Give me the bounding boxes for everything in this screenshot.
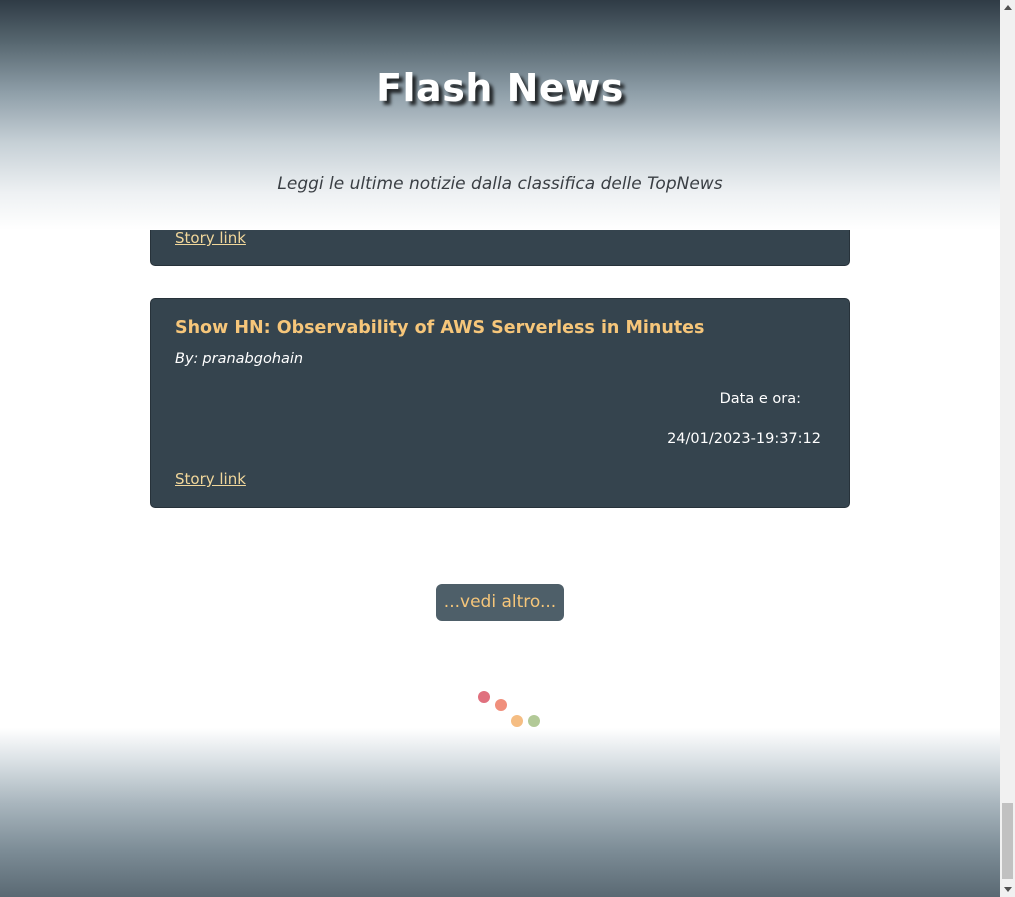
scroll-down-arrow-icon[interactable] bbox=[1000, 882, 1015, 897]
story-author: By: pranabgohain bbox=[175, 351, 303, 367]
loading-dot bbox=[495, 699, 507, 711]
loading-dot bbox=[511, 715, 523, 727]
site-subtitle: Leggi le ultime notizie dalla classifica… bbox=[277, 174, 723, 194]
story-link[interactable]: Story link bbox=[175, 470, 246, 488]
scroll-up-arrow-icon[interactable] bbox=[1000, 0, 1015, 15]
story-title: Show HN: Observability of AWS Serverless… bbox=[175, 318, 705, 338]
loading-dot bbox=[478, 691, 490, 703]
site-title: Flash News bbox=[376, 66, 624, 110]
story-link[interactable]: Story link bbox=[175, 229, 246, 247]
story-author-name: pranabgohain bbox=[202, 351, 304, 367]
story-date-value: 24/01/2023-19:37:12 bbox=[667, 431, 821, 447]
page: Flash News Leggi le ultime notizie dalla… bbox=[0, 0, 1000, 897]
scrollbar-thumb[interactable] bbox=[1002, 803, 1013, 879]
story-date-label: Data e ora: bbox=[719, 391, 801, 407]
vertical-scrollbar[interactable] bbox=[1000, 0, 1015, 897]
site-header: Flash News Leggi le ultime notizie dalla… bbox=[0, 0, 1000, 230]
news-card: Show HN: Observability of AWS Serverless… bbox=[150, 298, 850, 508]
story-author-prefix: By: bbox=[175, 351, 199, 367]
load-more-button[interactable]: ...vedi altro... bbox=[436, 584, 564, 621]
loading-dot bbox=[528, 715, 540, 727]
site-footer bbox=[0, 728, 1000, 897]
